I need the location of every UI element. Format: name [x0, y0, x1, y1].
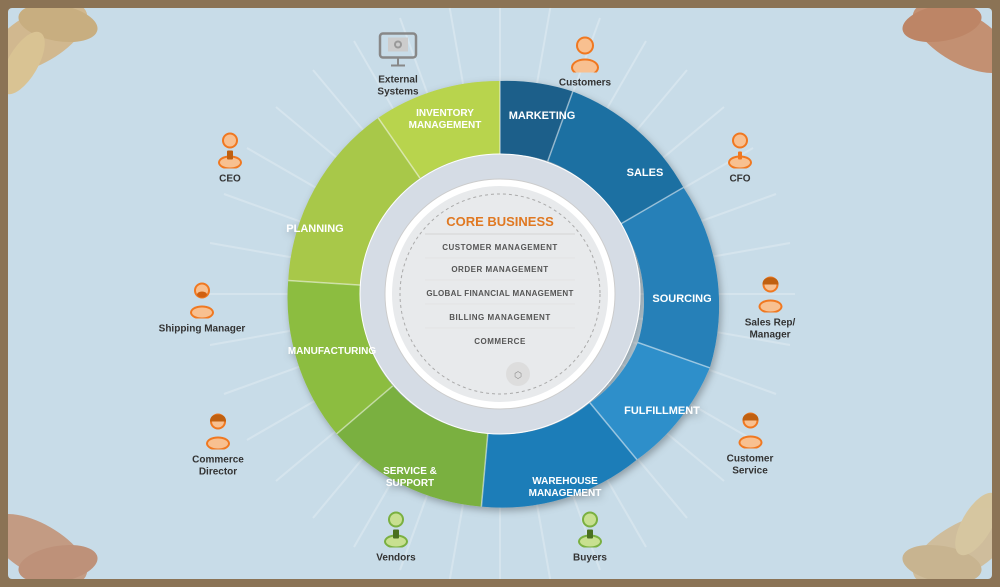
- svg-text:MANAGEMENT: MANAGEMENT: [529, 488, 602, 499]
- external-systems-person: External Systems: [358, 28, 438, 99]
- sales-rep-person: Sales Rep/ Manager: [728, 271, 813, 342]
- svg-text:FULFILLMENT: FULFILLMENT: [624, 405, 700, 417]
- outer-frame: MARKETING SALES SOURCING FULFILLMENT WAR…: [8, 8, 992, 579]
- customer-service-label: Customer Service: [708, 454, 793, 478]
- ceo-person: CEO: [190, 127, 270, 186]
- cfo-person: CFO: [700, 127, 780, 186]
- customer-service-person: Customer Service: [708, 407, 793, 478]
- customers-person: Customers: [545, 31, 625, 90]
- customers-label: Customers: [545, 78, 625, 90]
- shipping-manager-label: Shipping Manager: [157, 324, 247, 336]
- svg-text:MANUFACTURING: MANUFACTURING: [288, 346, 377, 357]
- svg-text:SOURCING: SOURCING: [652, 293, 711, 305]
- svg-text:CUSTOMER MANAGEMENT: CUSTOMER MANAGEMENT: [442, 243, 558, 252]
- shipping-manager-person: Shipping Manager: [157, 277, 247, 336]
- svg-text:INVENTORY: INVENTORY: [416, 108, 474, 119]
- svg-text:GLOBAL FINANCIAL MANAGEMENT: GLOBAL FINANCIAL MANAGEMENT: [426, 289, 573, 298]
- monitor-icon: [376, 28, 420, 72]
- ceo-label: CEO: [190, 174, 270, 186]
- svg-text:SERVICE &: SERVICE &: [383, 466, 437, 477]
- svg-text:BILLING MANAGEMENT: BILLING MANAGEMENT: [449, 313, 550, 322]
- sales-rep-label: Sales Rep/ Manager: [728, 318, 813, 342]
- cfo-label: CFO: [700, 174, 780, 186]
- commerce-director-label: Commerce Director: [173, 455, 263, 479]
- svg-text:PLANNING: PLANNING: [286, 223, 343, 235]
- svg-text:⬡: ⬡: [514, 370, 522, 380]
- external-systems-label: External Systems: [358, 75, 438, 99]
- svg-text:MARKETING: MARKETING: [509, 110, 576, 122]
- commerce-director-person: Commerce Director: [173, 408, 263, 479]
- svg-text:MANAGEMENT: MANAGEMENT: [409, 120, 482, 131]
- buyers-person: Buyers: [550, 506, 630, 565]
- main-diagram: MARKETING SALES SOURCING FULFILLMENT WAR…: [220, 24, 780, 564]
- svg-text:COMMERCE: COMMERCE: [474, 337, 526, 346]
- svg-text:ORDER MANAGEMENT: ORDER MANAGEMENT: [451, 265, 548, 274]
- vendors-label: Vendors: [356, 553, 436, 565]
- svg-text:WAREHOUSE: WAREHOUSE: [532, 476, 598, 487]
- vendors-person: Vendors: [356, 506, 436, 565]
- svg-text:SALES: SALES: [627, 167, 664, 179]
- svg-text:SUPPORT: SUPPORT: [386, 478, 434, 489]
- buyers-label: Buyers: [550, 553, 630, 565]
- svg-text:CORE BUSINESS: CORE BUSINESS: [446, 214, 554, 229]
